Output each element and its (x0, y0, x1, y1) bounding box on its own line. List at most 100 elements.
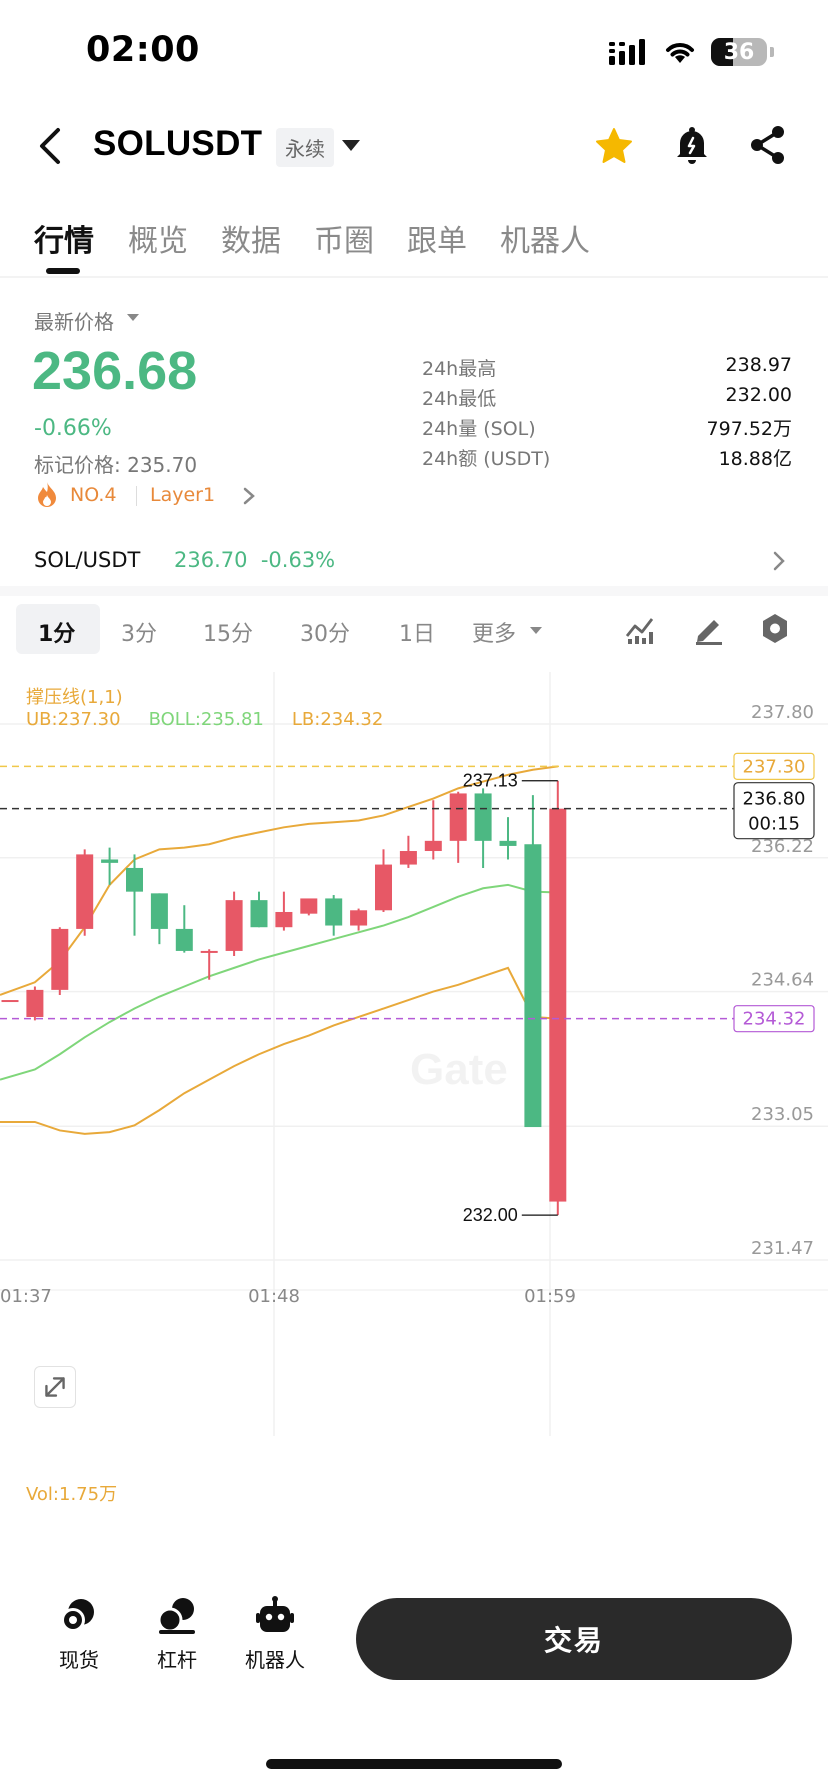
stat-label-24h-turnover: 24h额 (USDT) (422, 448, 551, 470)
interval-1d[interactable]: 1日 (399, 616, 435, 648)
battery-tip (770, 47, 774, 57)
candle-countdown-text: 00:15 (748, 814, 800, 835)
spot-icon (61, 1599, 94, 1632)
battery-icon: 36 (711, 38, 767, 66)
candle-body (26, 989, 44, 1017)
interval-3m[interactable]: 3分 (121, 616, 157, 648)
favorite-star-icon[interactable] (594, 126, 634, 166)
candle-body (126, 867, 143, 892)
spot-pair-price: 236.70 -0.63% (174, 548, 335, 572)
last-price-tag-text: 236.80 (743, 789, 806, 810)
chevron-right-icon[interactable] (242, 486, 256, 506)
category-tag[interactable]: Layer1 (150, 484, 215, 506)
candle-body (449, 793, 467, 841)
price-tags: 237.13 232.00 237.30 234.32 236.80 00:15 (0, 752, 815, 1225)
contract-type-badge[interactable]: 永续 (276, 128, 334, 167)
candle-body (549, 808, 567, 1202)
tab-copy-trading[interactable]: 跟单 (407, 216, 467, 260)
candle-body (250, 900, 268, 928)
rank-badge[interactable]: NO.4 (70, 484, 117, 506)
tab-bots[interactable]: 机器人 (500, 216, 590, 260)
stat-value-24h-volume: 797.52万 (706, 418, 792, 440)
candle-body (424, 840, 442, 852)
tab-overview[interactable]: 概览 (128, 216, 188, 260)
stat-label-24h-low: 24h最低 (422, 388, 497, 410)
time-axis-label: 01:48 (248, 1286, 300, 1307)
lb-price-tag-text: 234.32 (743, 1009, 806, 1030)
last-price: 236.68 (32, 341, 198, 401)
nav-bots-label: 机器人 (245, 1648, 305, 1672)
price-axis-label: 237.80 (751, 702, 814, 723)
spot-pair-name: SOL/USDT (34, 548, 141, 572)
symbol-dropdown-caret-icon[interactable] (342, 140, 360, 151)
leverage-icon (157, 1598, 195, 1634)
candle-body (399, 851, 417, 865)
trade-button[interactable]: 交易 (356, 1598, 792, 1680)
price-change-percent: -0.66% (34, 416, 112, 441)
candle-body (1, 1000, 19, 1003)
back-arrow-icon[interactable] (30, 124, 70, 168)
interval-more[interactable]: 更多 (472, 616, 516, 648)
watermark: Gate (410, 1045, 508, 1094)
spot-pair-last: 236.70 (174, 548, 248, 572)
candle-body (275, 911, 293, 928)
candlestick-chart[interactable]: Gate 237.80236.22234.64233.05231.47 01:3… (0, 672, 828, 1436)
indicator-icon[interactable] (624, 614, 656, 646)
battery-level: 36 (723, 39, 755, 65)
fullscreen-expand-icon[interactable] (34, 1366, 76, 1408)
divider (0, 276, 828, 278)
price-axis-label: 234.64 (751, 970, 814, 991)
candle-body (325, 898, 343, 926)
nav-spot-label: 现货 (59, 1648, 99, 1672)
candle-body (499, 840, 517, 846)
tab-market[interactable]: 行情 (34, 216, 94, 260)
nav-leverage-label: 杠杆 (157, 1648, 197, 1672)
candle-body (76, 854, 94, 929)
indicator-title[interactable]: 撑压线(1,1) (26, 683, 123, 709)
nav-spot[interactable]: 现货 (34, 1596, 124, 1673)
tab-data[interactable]: 数据 (221, 216, 281, 260)
spot-pair-change: -0.63% (260, 548, 336, 572)
nav-bots[interactable]: 机器人 (230, 1596, 320, 1673)
legend-ub: UB:237.30 (26, 709, 121, 730)
time-axis-label: 01:37 (0, 1286, 52, 1307)
active-tab-indicator (46, 268, 80, 274)
signal-icon (609, 39, 645, 65)
share-icon[interactable] (748, 124, 788, 166)
stat-label-24h-high: 24h最高 (422, 358, 497, 380)
latest-price-dropdown-icon[interactable] (127, 314, 139, 321)
candle-body (200, 950, 218, 953)
price-alert-bell-icon[interactable] (672, 124, 712, 166)
chevron-right-icon[interactable] (772, 550, 786, 572)
candle-body (101, 859, 119, 863)
draw-tool-icon[interactable] (692, 612, 726, 646)
interval-15m[interactable]: 15分 (203, 616, 253, 648)
candle-body (524, 844, 542, 1128)
interval-1m[interactable]: 1分 (38, 616, 75, 648)
volume-label: Vol:1.75万 (26, 1484, 118, 1505)
indicator-values: UB:237.30 BOLL:235.81 LB:234.32 (26, 709, 383, 730)
legend-boll: BOLL:235.81 (148, 709, 264, 730)
candle-body (150, 893, 168, 929)
interval-30m[interactable]: 30分 (300, 616, 350, 648)
chart-settings-gear-icon[interactable] (758, 612, 792, 646)
stat-value-24h-low: 232.00 (725, 384, 792, 406)
candle-body (300, 898, 318, 914)
candle-body (175, 928, 193, 951)
time-axis-label: 01:59 (524, 1286, 576, 1307)
divider (136, 486, 137, 506)
low-marker-label: 232.00 (463, 1205, 518, 1225)
contract-symbol[interactable]: SOLUSDT (93, 124, 262, 164)
robot-icon (256, 1596, 294, 1632)
interval-more-caret-icon[interactable] (530, 627, 542, 634)
time-axis: 01:37 01:48 01:59 (0, 1286, 576, 1307)
candle-body (350, 910, 368, 926)
section-divider (0, 586, 828, 596)
latest-price-label[interactable]: 最新价格 (34, 306, 114, 335)
stat-value-24h-turnover: 18.88亿 (718, 448, 792, 470)
candle-body (51, 928, 69, 990)
price-axis-label: 231.47 (751, 1238, 814, 1259)
nav-leverage[interactable]: 杠杆 (132, 1596, 222, 1673)
tab-feed[interactable]: 币圈 (314, 216, 374, 260)
status-icons: 36 (609, 38, 774, 66)
